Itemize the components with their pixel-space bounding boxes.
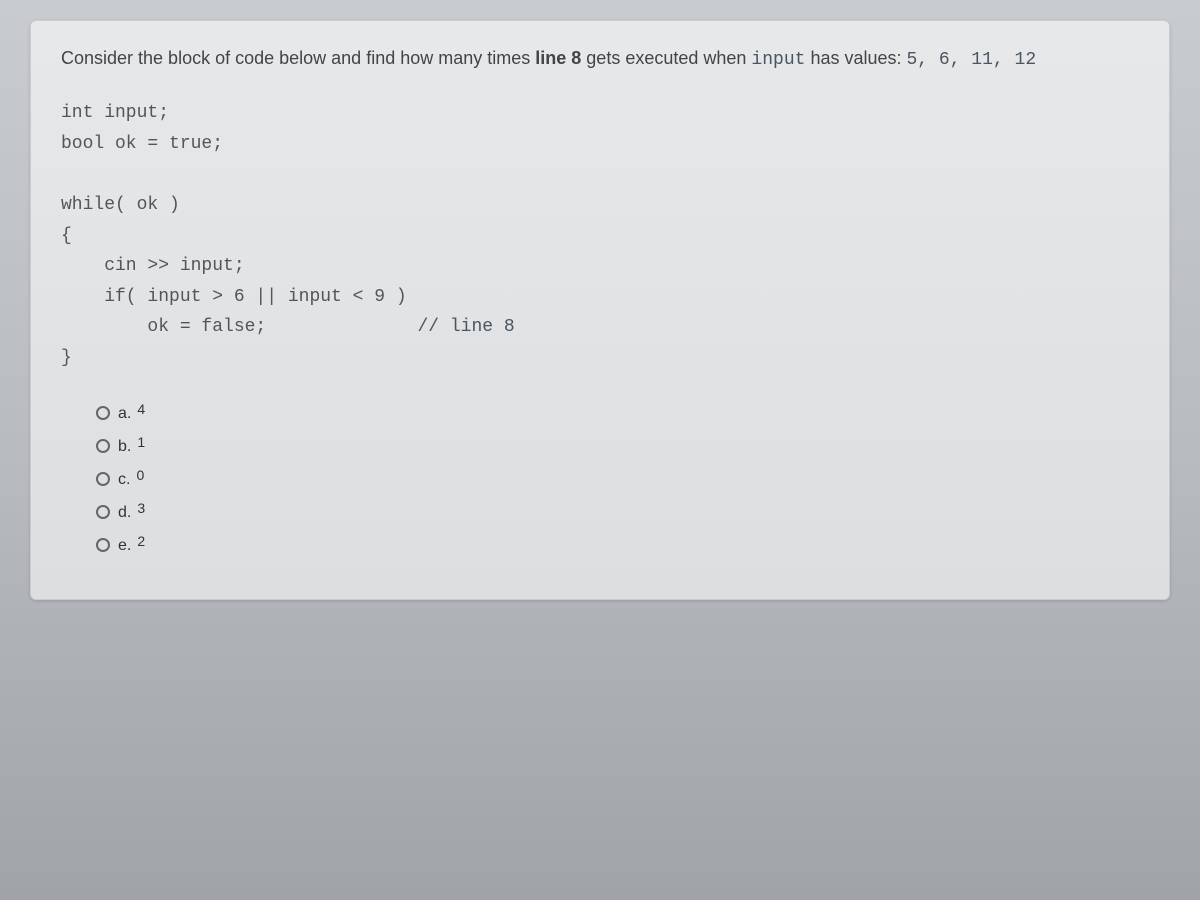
- radio-icon[interactable]: [96, 505, 110, 519]
- radio-icon[interactable]: [96, 439, 110, 453]
- code-line-9: }: [61, 348, 72, 368]
- answer-letter: d.: [118, 504, 131, 522]
- answer-value: 4: [137, 401, 145, 417]
- code-block: int input; bool ok = true; while( ok ) {…: [61, 98, 1139, 373]
- answer-letter: b.: [118, 438, 131, 456]
- radio-icon[interactable]: [96, 472, 110, 486]
- answer-value: 3: [137, 500, 145, 516]
- code-line-6: cin >> input;: [61, 256, 245, 276]
- prompt-after: has values:: [805, 48, 906, 68]
- answer-option-d[interactable]: d. 3: [96, 503, 1139, 522]
- answer-value: 0: [136, 467, 144, 483]
- code-line-4: while( ok ): [61, 195, 180, 215]
- radio-icon[interactable]: [96, 538, 110, 552]
- answer-letter: e.: [118, 537, 131, 555]
- code-line-8-comment: // line 8: [266, 317, 514, 337]
- prompt-mid: gets executed when: [581, 48, 751, 68]
- code-line-5: {: [61, 226, 72, 246]
- prompt-code-word: input: [751, 50, 805, 70]
- question-card: Consider the block of code below and fin…: [30, 20, 1170, 600]
- radio-icon[interactable]: [96, 406, 110, 420]
- answer-option-b[interactable]: b. 1: [96, 437, 1139, 456]
- code-line-7: if( input > 6 || input < 9 ): [61, 287, 407, 307]
- prompt-intro: Consider the block of code below and fin…: [61, 48, 535, 68]
- answer-list: a. 4 b. 1 c. 0 d. 3 e. 2: [61, 404, 1139, 555]
- code-line-1: int input;: [61, 103, 169, 123]
- prompt-bold: line 8: [535, 48, 581, 68]
- code-line-8a: ok = false;: [61, 317, 266, 337]
- answer-letter: a.: [118, 405, 131, 423]
- prompt-values: 5, 6, 11, 12: [907, 50, 1037, 70]
- answer-value: 2: [137, 533, 145, 549]
- answer-letter: c.: [118, 471, 130, 489]
- answer-option-e[interactable]: e. 2: [96, 536, 1139, 555]
- code-line-2: bool ok = true;: [61, 134, 223, 154]
- answer-value: 1: [137, 434, 145, 450]
- answer-option-c[interactable]: c. 0: [96, 470, 1139, 489]
- answer-option-a[interactable]: a. 4: [96, 404, 1139, 423]
- question-prompt: Consider the block of code below and fin…: [61, 46, 1139, 73]
